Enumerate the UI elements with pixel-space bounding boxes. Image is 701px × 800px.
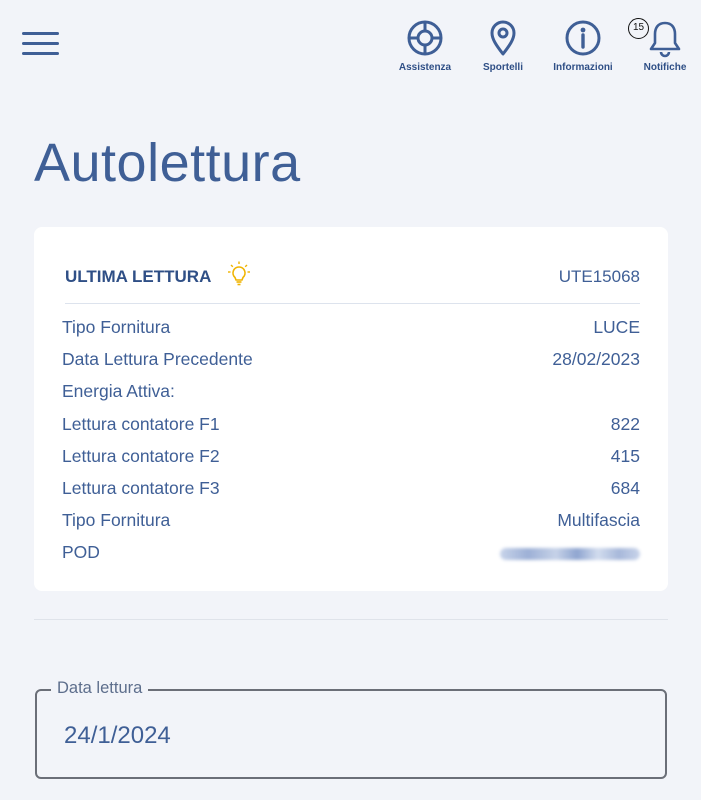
nav-informazioni[interactable]: Informazioni	[545, 18, 621, 73]
detail-label: Energia Attiva:	[62, 381, 175, 402]
pod-redacted-value	[500, 548, 640, 561]
lifebuoy-icon	[407, 20, 443, 56]
nav-label: Informazioni	[553, 62, 613, 73]
page-title: Autolettura	[34, 133, 301, 193]
nav-sportelli[interactable]: Sportelli	[465, 18, 541, 73]
contract-code: UTE15068	[558, 267, 640, 286]
card-header: ULTIMA LETTURA UTE15068	[65, 261, 640, 304]
info-icon	[565, 20, 601, 56]
detail-row: Energia Attiva:	[62, 375, 640, 407]
detail-value: 822	[610, 413, 640, 434]
detail-label: Lettura contatore F1	[62, 413, 220, 434]
hamburger-menu-icon[interactable]	[22, 32, 60, 58]
detail-label: POD	[62, 542, 100, 563]
detail-label: Tipo Fornitura	[62, 510, 171, 531]
detail-row: Tipo Fornitura LUCE	[62, 311, 640, 343]
last-reading-card: ULTIMA LETTURA UTE15068 Tipo Fornitura L…	[34, 227, 668, 591]
detail-value: 415	[610, 445, 640, 466]
detail-value: Multifascia	[557, 510, 640, 531]
detail-row: Lettura contatore F2 415	[62, 440, 640, 472]
detail-row: Data Lettura Precedente 28/02/2023	[62, 343, 640, 375]
detail-row: POD	[62, 536, 640, 568]
detail-label: Data Lettura Precedente	[62, 349, 253, 370]
detail-row: Lettura contatore F3 684	[62, 472, 640, 504]
map-pin-icon	[490, 20, 516, 56]
reading-date-value[interactable]: 24/1/2024	[64, 722, 171, 750]
lightbulb-icon	[228, 261, 250, 286]
reading-details: Tipo Fornitura LUCE Data Lettura Precede…	[62, 311, 640, 569]
detail-value: 684	[610, 477, 640, 498]
bell-icon	[649, 21, 681, 58]
nav-assistenza[interactable]: Assistenza	[387, 18, 463, 73]
nav-label: Notifiche	[643, 62, 687, 73]
detail-row: Lettura contatore F1 822	[62, 408, 640, 440]
notification-count-badge: 15	[628, 18, 649, 39]
detail-value: 28/02/2023	[552, 349, 640, 370]
detail-row: Tipo Fornitura Multifascia	[62, 504, 640, 536]
reading-date-label: Data lettura	[51, 679, 149, 698]
detail-label: Lettura contatore F2	[62, 445, 220, 466]
section-divider	[34, 619, 668, 620]
card-title: ULTIMA LETTURA	[65, 267, 212, 286]
nav-label: Sportelli	[482, 62, 523, 73]
top-bar: Assistenza Sportelli Informazioni Notifi…	[0, 0, 701, 90]
detail-label: Lettura contatore F3	[62, 477, 220, 498]
detail-value: LUCE	[593, 317, 640, 337]
detail-label: Tipo Fornitura	[62, 317, 171, 337]
reading-date-field[interactable]: Data lettura 24/1/2024	[35, 679, 667, 779]
nav-label: Assistenza	[398, 62, 452, 73]
